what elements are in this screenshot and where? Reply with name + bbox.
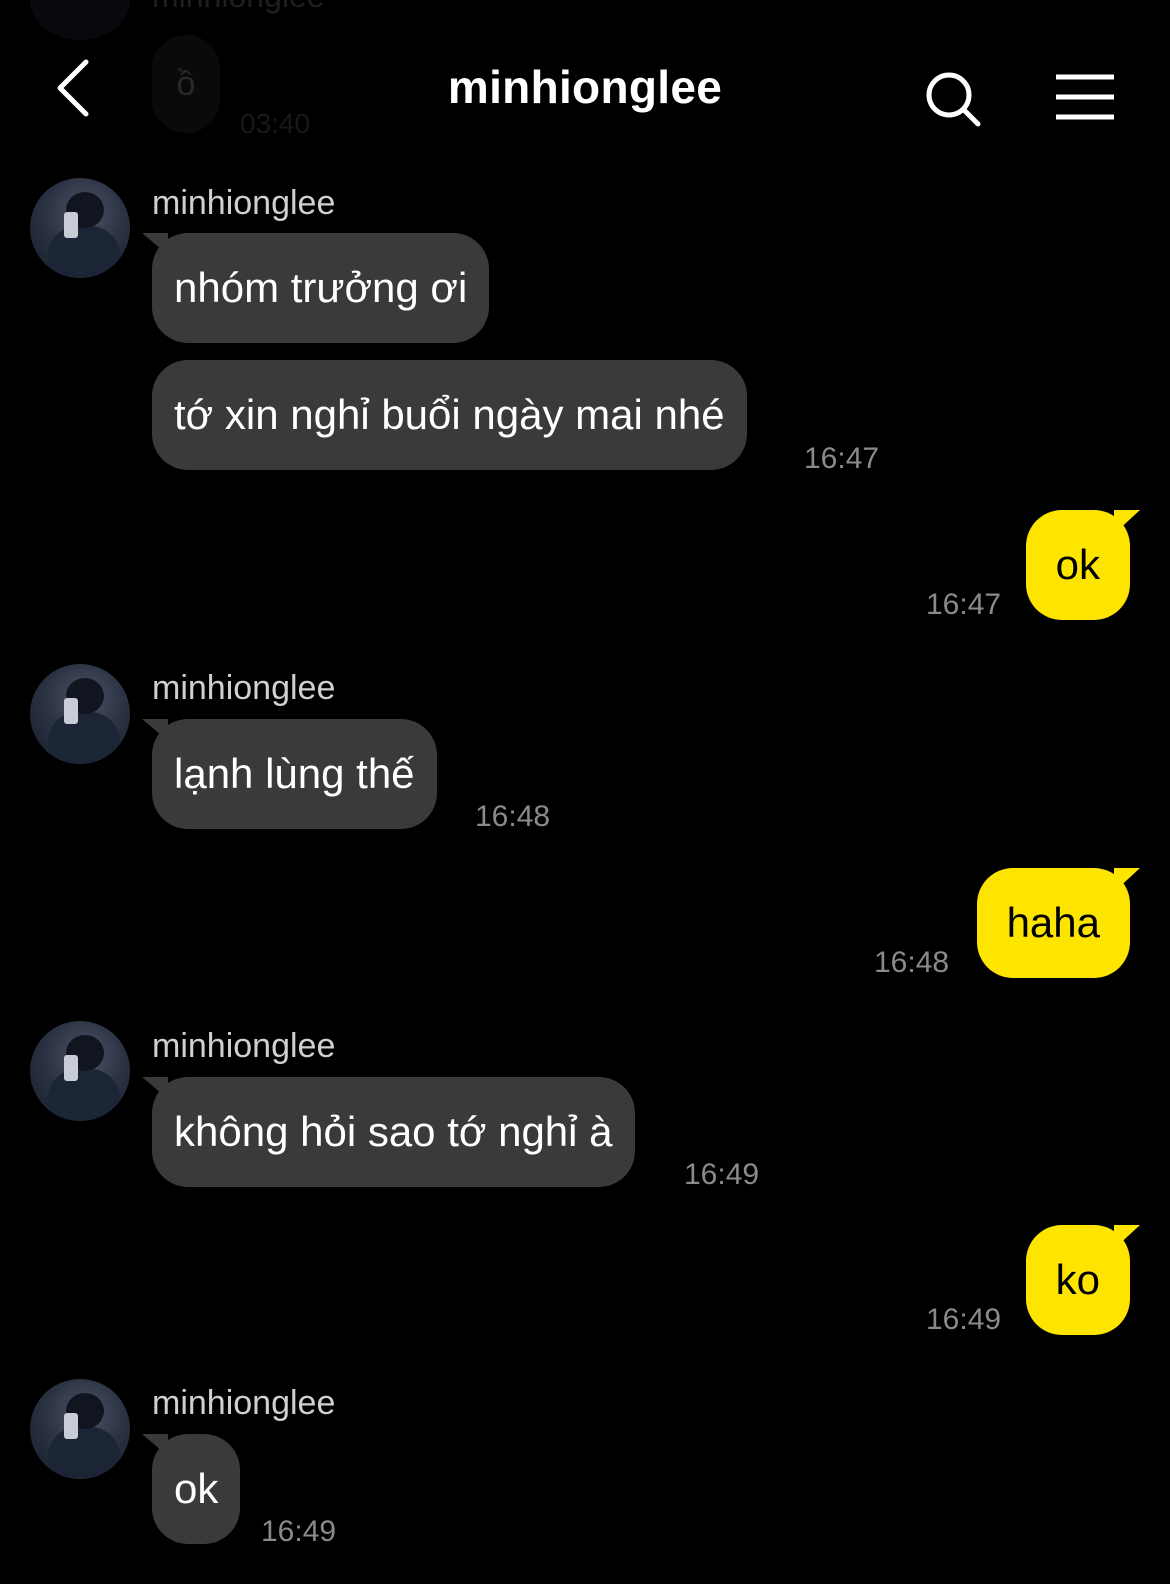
chat-header: minhionglee [0, 0, 1170, 170]
message-bubble[interactable]: lạnh lùng thế [142, 719, 437, 829]
message-time: 16:48 [874, 946, 950, 979]
avatar[interactable] [30, 1379, 130, 1479]
message-time: 16:49 [684, 1158, 760, 1191]
message-bubble[interactable]: tớ xin nghỉ buổi ngày mai nhé [152, 360, 747, 470]
sender-name: minhionglee [152, 184, 336, 222]
chat-title: minhionglee [447, 61, 723, 113]
message-time: 16:49 [926, 1303, 1002, 1336]
avatar[interactable] [30, 178, 130, 278]
message-bubble[interactable]: ok [1025, 510, 1141, 620]
message-bubble[interactable]: nhóm trưởng ơi [141, 233, 490, 343]
sender-name: minhionglee [152, 1384, 336, 1422]
message-time: 16:47 [804, 442, 880, 475]
avatar[interactable] [30, 664, 130, 764]
hamburger-menu-icon[interactable] [1054, 72, 1116, 122]
sender-name: minhionglee [152, 1027, 336, 1065]
message-bubble[interactable]: ko [1025, 1225, 1141, 1335]
search-icon[interactable] [924, 70, 984, 130]
message-time: 16:49 [261, 1515, 337, 1548]
message-bubble[interactable]: haha [976, 868, 1141, 978]
sender-name: minhionglee [152, 669, 336, 707]
message-time: 16:48 [475, 800, 551, 833]
message-bubble[interactable]: ok [141, 1434, 241, 1544]
message-bubble[interactable]: không hỏi sao tớ nghỉ à [142, 1077, 635, 1187]
avatar[interactable] [30, 1021, 130, 1121]
message-time: 16:47 [926, 588, 1002, 621]
